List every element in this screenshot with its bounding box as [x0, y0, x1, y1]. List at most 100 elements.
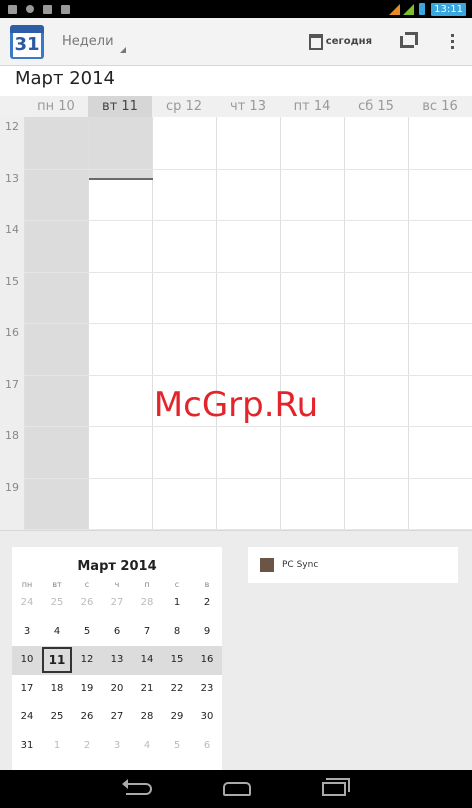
- mini-calendar-day[interactable]: 5: [162, 733, 192, 759]
- mini-calendar-week: 3456789: [12, 618, 222, 647]
- app-icon-day: 31: [13, 32, 41, 57]
- hour-divider: [24, 477, 472, 479]
- mini-calendar-day[interactable]: 19: [72, 676, 102, 702]
- today-button[interactable]: сегодня: [299, 18, 382, 66]
- day-header[interactable]: вт 11: [88, 96, 152, 117]
- mini-calendar-day[interactable]: 9: [192, 619, 222, 645]
- mini-calendar-day[interactable]: 26: [72, 704, 102, 730]
- mini-calendar-week: 31 1 2 3 4 5 6: [12, 732, 222, 761]
- home-icon[interactable]: [222, 782, 251, 796]
- weekday-label: п: [144, 580, 150, 589]
- mini-calendar-week: 24 25 26 27 28 1 2: [12, 589, 222, 618]
- hour-label: 17: [5, 377, 19, 391]
- weekday-label: с: [174, 580, 180, 589]
- dropdown-triangle-icon: [119, 46, 126, 53]
- mini-calendar-day[interactable]: 26: [72, 590, 102, 616]
- day-header[interactable]: ср 12: [152, 96, 216, 117]
- hour-label: 13: [5, 171, 19, 185]
- mini-calendar-week: 17 18 19 20 21 22 23: [12, 675, 222, 704]
- mini-calendar-day[interactable]: 6: [102, 619, 132, 645]
- mini-calendar-day[interactable]: 22: [162, 676, 192, 702]
- weekday-label: с: [84, 580, 90, 589]
- month-title: Март 2014: [15, 68, 116, 89]
- mini-calendar-weekdays: пн вт с ч п с в: [12, 580, 222, 589]
- mini-calendar-day[interactable]: 6: [192, 733, 222, 759]
- mini-calendar-title: Март 2014: [77, 559, 157, 574]
- go-to-date-button[interactable]: [382, 18, 432, 66]
- weekday-label: пн: [21, 580, 33, 589]
- hour-divider: [24, 426, 472, 427]
- mini-calendar-day[interactable]: 16: [192, 647, 222, 673]
- hour-divider: [24, 271, 472, 273]
- hour-label: 14: [5, 223, 19, 236]
- calendar-app-icon[interactable]: 31: [10, 24, 44, 59]
- overflow-menu-button[interactable]: [432, 18, 472, 66]
- mini-calendar[interactable]: Март 2014 пн вт с ч п с в 24 25 26 27 28 1 2 3 4 5 6 7 8 9 1…: [12, 547, 222, 771]
- mini-calendar-day[interactable]: 2: [192, 590, 222, 616]
- status-clock: 13:11: [431, 2, 466, 16]
- hour-gutter: 12 13 14 15 16 17 18 19: [0, 117, 24, 530]
- day-header[interactable]: пн 10: [24, 96, 88, 117]
- mini-calendar-day[interactable]: 20: [102, 676, 132, 702]
- mini-calendar-day[interactable]: 29: [162, 704, 192, 730]
- week-grid[interactable]: 12 13 14 15 16 17 18 19: [0, 117, 472, 530]
- overflow-dots-icon: [450, 34, 454, 37]
- crop-icon: [400, 31, 418, 48]
- hour-divider: [24, 323, 472, 324]
- mini-calendar-day[interactable]: 17: [12, 676, 42, 702]
- navigation-bar: [0, 770, 472, 808]
- mini-calendar-day[interactable]: 25: [42, 590, 72, 616]
- mini-calendar-day[interactable]: 1: [162, 590, 192, 616]
- mini-calendar-day[interactable]: 14: [132, 647, 162, 673]
- view-selector[interactable]: Недели: [62, 27, 128, 57]
- mini-calendar-day[interactable]: 10: [12, 647, 42, 673]
- calendar-list-item[interactable]: PC Sync: [248, 547, 458, 583]
- mini-calendar-day[interactable]: 7: [132, 619, 162, 645]
- day-header[interactable]: пт 14: [280, 96, 344, 117]
- battery-icon: [419, 3, 426, 15]
- current-time-line: [89, 178, 153, 180]
- image-icon: [43, 4, 52, 14]
- mini-calendar-today[interactable]: 11: [42, 647, 72, 674]
- mini-calendar-day[interactable]: 28: [132, 704, 162, 730]
- mini-calendar-week: 10 11 12 13 14 15 16: [12, 646, 222, 675]
- lower-pane: Март 2014 пн вт с ч п с в 24 25 26 27 28 1 2 3 4 5 6 7 8 9 1…: [0, 530, 472, 771]
- mini-calendar-day[interactable]: 31: [12, 733, 42, 759]
- recent-apps-icon[interactable]: [322, 778, 351, 796]
- mini-calendar-day[interactable]: 24: [12, 590, 42, 616]
- mini-calendar-day[interactable]: 13: [102, 647, 132, 673]
- mini-calendar-day[interactable]: 28: [132, 590, 162, 616]
- mini-calendar-day[interactable]: 3: [102, 733, 132, 759]
- mini-calendar-day[interactable]: 1: [42, 733, 72, 759]
- mini-calendar-day[interactable]: 25: [42, 704, 72, 730]
- mini-calendar-day[interactable]: 23: [192, 676, 222, 702]
- day-header[interactable]: вс 16: [408, 96, 472, 117]
- day-header[interactable]: сб 15: [344, 96, 408, 117]
- mini-calendar-day[interactable]: 8: [162, 619, 192, 645]
- mini-calendar-day[interactable]: 21: [132, 676, 162, 702]
- signal-icon: [389, 3, 401, 15]
- mini-calendar-day[interactable]: 24: [12, 704, 42, 730]
- mini-calendar-day[interactable]: 3: [12, 619, 42, 645]
- hour-label: 15: [5, 274, 19, 288]
- mini-calendar-day[interactable]: 2: [72, 733, 102, 759]
- back-icon[interactable]: [121, 779, 152, 795]
- mini-calendar-day[interactable]: 5: [72, 619, 102, 645]
- calendar-name: PC Sync: [282, 560, 319, 570]
- mini-calendar-day[interactable]: 27: [102, 590, 132, 616]
- mini-calendar-day[interactable]: 30: [192, 704, 222, 730]
- status-bar: 13:11: [0, 0, 472, 18]
- mini-calendar-day[interactable]: 27: [102, 704, 132, 730]
- action-bar: 31 Недели сегодня: [0, 18, 472, 66]
- mini-calendar-day[interactable]: 12: [72, 647, 102, 673]
- day-header[interactable]: чт 13: [216, 96, 280, 117]
- mini-calendar-day[interactable]: 15: [162, 647, 192, 673]
- hour-label: 12: [5, 120, 19, 133]
- calendar-today-icon: [308, 33, 323, 50]
- view-selector-label: Недели: [62, 34, 114, 49]
- notification-icon: [26, 5, 34, 13]
- hour-label: 18: [5, 429, 19, 442]
- mini-calendar-day[interactable]: 4: [132, 733, 162, 759]
- mini-calendar-day[interactable]: 4: [42, 619, 72, 645]
- mini-calendar-day[interactable]: 18: [42, 676, 72, 702]
